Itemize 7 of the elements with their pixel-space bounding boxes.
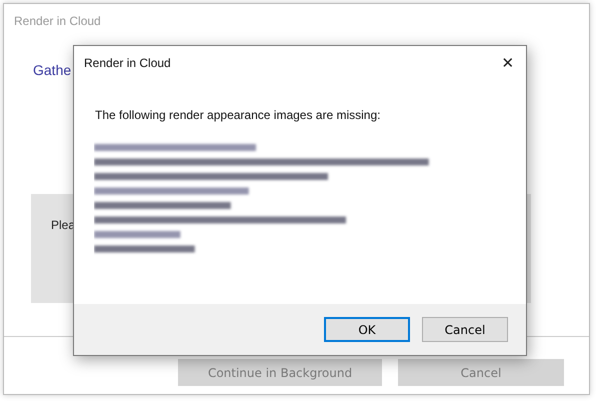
message-text: The following render appearance images are missing: <box>95 108 382 122</box>
heading-text: Gathe <box>33 62 72 80</box>
window-title: Render in Cloud <box>13 13 102 30</box>
cancel-button[interactable]: Cancel <box>422 317 508 342</box>
close-button[interactable]: ✕ <box>490 48 526 78</box>
ok-button[interactable]: OK <box>324 317 410 342</box>
dialog-title: Render in Cloud <box>84 56 171 70</box>
